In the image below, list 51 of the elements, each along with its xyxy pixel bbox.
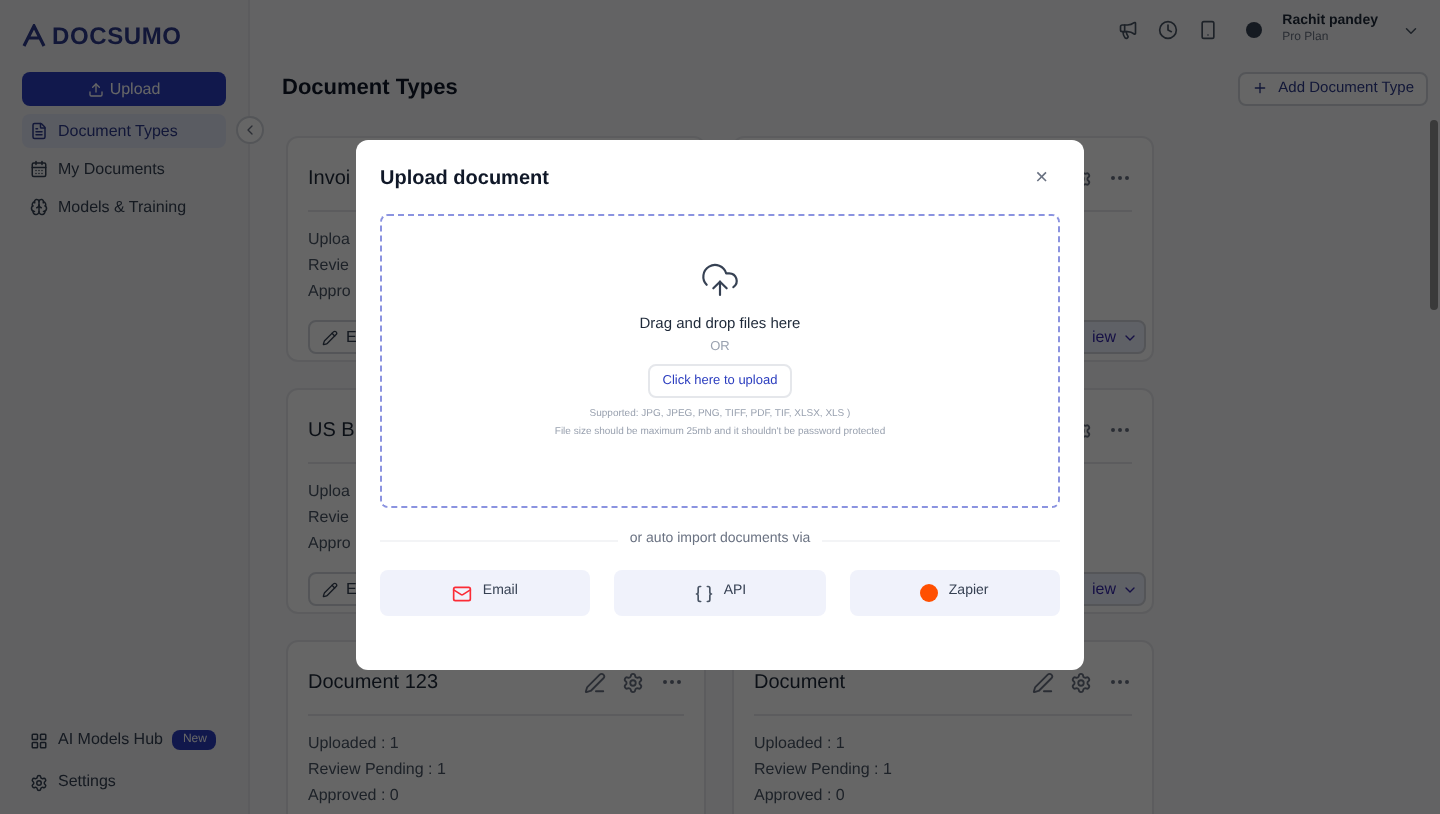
signature-icon[interactable] (584, 671, 606, 693)
card-stat: Approved : 0 (754, 784, 845, 808)
card-stat: Review Pending : 1 (754, 758, 892, 782)
scrollbar-thumb[interactable] (1430, 120, 1438, 310)
document-icon (30, 122, 48, 140)
sidebar-item[interactable]: My Documents (22, 152, 226, 186)
close-button[interactable]: × (1035, 168, 1048, 190)
card-stat: Appro (308, 532, 351, 556)
card-title: US B (308, 417, 355, 445)
dialog-title: Upload document (380, 166, 549, 194)
braces-icon (693, 583, 714, 603)
upload-icon (87, 81, 104, 97)
card-stat: Approved : 0 (308, 784, 399, 808)
mail-icon (452, 583, 473, 603)
brain-icon (30, 198, 48, 216)
megaphone-icon[interactable] (1118, 20, 1139, 40)
sidebar-item[interactable]: AI Models Hub (30, 728, 163, 752)
calendar-icon (30, 160, 48, 178)
chevron-left-icon (242, 122, 258, 138)
settings-icon[interactable] (622, 671, 644, 693)
cloud-upload-icon (700, 260, 740, 300)
card-stat: Uploaded : 1 (754, 732, 845, 756)
avatar[interactable] (1246, 22, 1263, 38)
card-stat: Appro (308, 280, 351, 304)
upload-button[interactable]: Upload (22, 72, 226, 106)
clock-icon[interactable] (1158, 20, 1179, 40)
grid-icon (30, 731, 48, 749)
collapse-button[interactable] (236, 116, 264, 144)
settings-icon (30, 773, 48, 791)
pencil-icon (322, 581, 338, 597)
page-title: Document Types (282, 73, 458, 104)
sidebar-item[interactable]: Document Types (22, 114, 226, 148)
card-stat: Uploaded : 1 (308, 732, 399, 756)
logo-text: DOCSUMO (52, 20, 182, 54)
card-stat: Uploa (308, 228, 350, 252)
card-title: Document 123 (308, 669, 439, 697)
settings-icon[interactable] (1070, 671, 1092, 693)
card-title: Invoi (308, 165, 351, 193)
plus-icon (1252, 80, 1269, 96)
sidebar-item[interactable]: Models & Training (22, 190, 226, 224)
logo-icon (22, 24, 46, 48)
phone-icon[interactable] (1198, 20, 1219, 40)
sidebar-item[interactable]: Settings (30, 770, 116, 794)
card-title: Document (754, 669, 846, 697)
pencil-icon (322, 329, 338, 345)
card-stat: Revie (308, 254, 349, 278)
card-stat: Review Pending : 1 (308, 758, 446, 782)
zapier-icon (920, 584, 939, 602)
card-stat: Uploa (308, 480, 350, 504)
signature-icon[interactable] (1032, 671, 1054, 693)
card-stat: Revie (308, 506, 349, 530)
